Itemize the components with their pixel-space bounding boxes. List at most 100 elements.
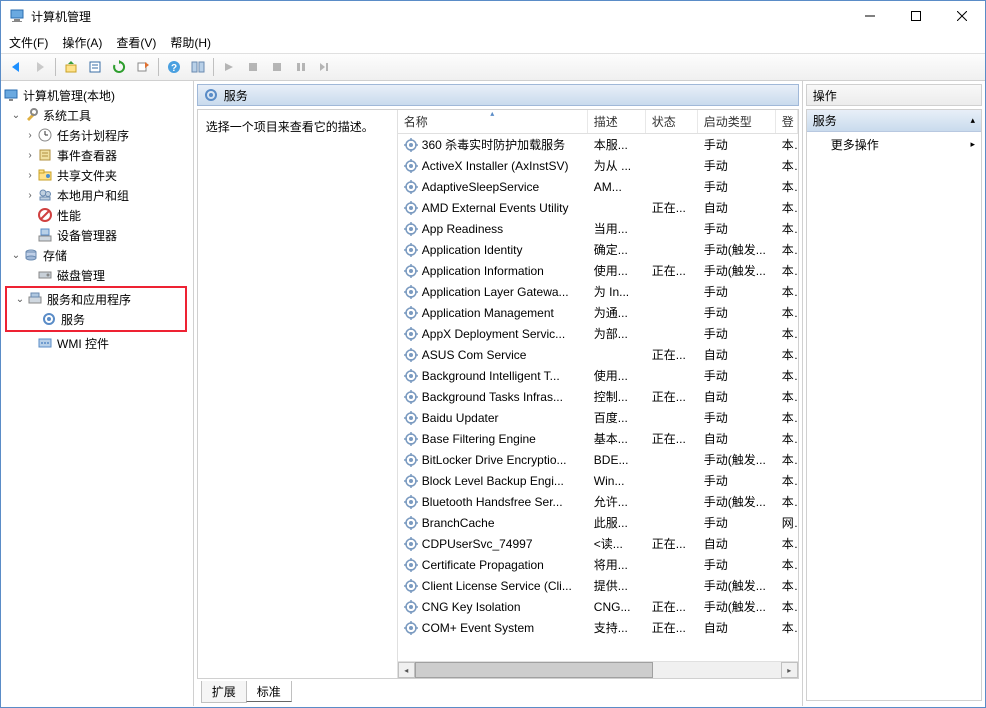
scroll-left-button[interactable]: ◂ [398,662,415,678]
col-logon[interactable]: 登 [776,110,798,133]
chevron-right-icon[interactable]: › [23,130,37,141]
tree-storage[interactable]: ⌄ 存储 [1,245,193,265]
service-row[interactable]: ASUS Com Service正在...自动本 [398,344,798,365]
stop2-button[interactable] [266,56,288,78]
service-row[interactable]: Block Level Backup Engi...Win...手动本 [398,470,798,491]
service-row[interactable]: BranchCache此服...手动网 [398,512,798,533]
tree-item[interactable]: ›任务计划程序 [1,125,193,145]
actions-section[interactable]: 服务 ▴ [807,110,981,132]
menu-file[interactable]: 文件(F) [9,34,48,51]
col-startup[interactable]: 启动类型 [698,110,776,133]
chevron-down-icon[interactable]: ⌄ [9,110,23,121]
app-icon [9,8,25,24]
tree-services-label: 服务 [61,311,89,328]
service-row[interactable]: COM+ Event System支持...正在...自动本 [398,617,798,638]
tree-systools[interactable]: ⌄ 系统工具 [1,105,193,125]
minimize-button[interactable] [847,1,893,31]
service-row[interactable]: Application Management为通...手动本 [398,302,798,323]
pause-button[interactable] [290,56,312,78]
col-status[interactable]: 状态 [646,110,698,133]
tree-item[interactable]: 设备管理器 [1,225,193,245]
maximize-button[interactable] [893,1,939,31]
service-row[interactable]: 360 杀毒实时防护加载服务本服...手动本 [398,134,798,155]
export-button[interactable] [132,56,154,78]
tab-extended[interactable]: 扩展 [201,681,247,703]
service-row[interactable]: Application Identity确定...手动(触发...本 [398,239,798,260]
properties-button[interactable] [84,56,106,78]
forward-button[interactable] [29,56,51,78]
tree-item[interactable]: 性能 [1,205,193,225]
service-row[interactable]: Application Information使用...正在...手动(触发..… [398,260,798,281]
tree-icon [37,227,53,243]
start-button[interactable] [218,56,240,78]
tab-standard[interactable]: 标准 [246,681,292,702]
service-status: 正在... [646,619,698,636]
tree-item[interactable]: ›本地用户和组 [1,185,193,205]
tree-pane[interactable]: 计算机管理(本地) ⌄ 系统工具 ›任务计划程序›事件查看器›共享文件夹›本地用… [1,81,194,706]
tree-item[interactable]: ›事件查看器 [1,145,193,165]
menu-action[interactable]: 操作(A) [62,34,102,51]
tile-button[interactable] [187,56,209,78]
close-button[interactable] [939,1,985,31]
chevron-right-icon[interactable]: › [23,190,37,201]
horizontal-scrollbar[interactable]: ◂ ▸ [398,661,798,678]
actions-more-label: 更多操作 [831,136,879,153]
refresh-button[interactable] [108,56,130,78]
chevron-down-icon[interactable]: ⌄ [9,250,23,261]
tree-item[interactable]: ›共享文件夹 [1,165,193,185]
chevron-right-icon[interactable]: › [23,150,37,161]
actions-pane: 操作 服务 ▴ 更多操作 ▸ [802,81,985,706]
service-row[interactable]: Base Filtering Engine基本...正在...自动本 [398,428,798,449]
service-startup: 手动 [698,472,776,489]
menu-view[interactable]: 查看(V) [116,34,156,51]
service-row[interactable]: App Readiness当用...手动本 [398,218,798,239]
service-row[interactable]: BitLocker Drive Encryptio...BDE...手动(触发.… [398,449,798,470]
service-desc: 确定... [588,241,646,258]
col-name[interactable]: 名称▴ [398,110,588,133]
chevron-down-icon[interactable]: ⌄ [13,294,27,305]
tree-item[interactable]: 磁盘管理 [1,265,193,285]
service-row[interactable]: ActiveX Installer (AxInstSV)为从 ...手动本 [398,155,798,176]
service-logon: 本 [776,157,798,174]
menu-help[interactable]: 帮助(H) [170,34,211,51]
service-row[interactable]: CNG Key IsolationCNG...正在...手动(触发...本 [398,596,798,617]
stop-button[interactable] [242,56,264,78]
sort-up-icon: ▴ [490,110,494,118]
service-logon: 本 [776,430,798,447]
service-row[interactable]: AMD External Events Utility正在...自动本 [398,197,798,218]
service-row[interactable]: AppX Deployment Servic...为部...手动本 [398,323,798,344]
service-status: 正在... [646,535,698,552]
service-row[interactable]: Background Tasks Infras...控制...正在...自动本 [398,386,798,407]
service-row[interactable]: Bluetooth Handsfree Ser...允许...手动(触发...本 [398,491,798,512]
collapse-icon[interactable]: ▴ [970,115,975,126]
actions-more[interactable]: 更多操作 ▸ [807,132,981,157]
tree-services[interactable]: 服务 [9,309,183,329]
scroll-right-button[interactable]: ▸ [781,662,798,678]
menubar: 文件(F) 操作(A) 查看(V) 帮助(H) [1,31,985,53]
col-desc[interactable]: 描述 [588,110,646,133]
tree-svcapp[interactable]: ⌄ 服务和应用程序 [9,289,183,309]
tree-root[interactable]: 计算机管理(本地) [1,85,193,105]
up-button[interactable] [60,56,82,78]
actions-section-label: 服务 [813,112,837,129]
service-row[interactable]: CDPUserSvc_74997<读...正在...自动本 [398,533,798,554]
service-logon: 本 [776,220,798,237]
service-row[interactable]: Certificate Propagation将用...手动本 [398,554,798,575]
list-body[interactable]: 360 杀毒实时防护加载服务本服...手动本ActiveX Installer … [398,134,798,661]
service-row[interactable]: Application Layer Gatewa...为 In...手动本 [398,281,798,302]
scroll-thumb[interactable] [415,662,653,678]
service-row[interactable]: Client License Service (Cli...提供...手动(触发… [398,575,798,596]
help-button[interactable]: ? [163,56,185,78]
service-status: 正在... [646,262,698,279]
service-row[interactable]: Background Intelligent T...使用...手动本 [398,365,798,386]
tree-item-label: 性能 [57,207,85,224]
back-button[interactable] [5,56,27,78]
restart-button[interactable] [314,56,336,78]
chevron-right-icon[interactable]: › [23,170,37,181]
service-row[interactable]: AdaptiveSleepServiceAM...手动本 [398,176,798,197]
service-startup: 手动(触发... [698,262,776,279]
service-row[interactable]: Baidu Updater百度...手动本 [398,407,798,428]
service-logon: 本 [776,409,798,426]
tree-wmi[interactable]: WMI 控件 [1,333,193,353]
tree-icon [37,127,53,143]
